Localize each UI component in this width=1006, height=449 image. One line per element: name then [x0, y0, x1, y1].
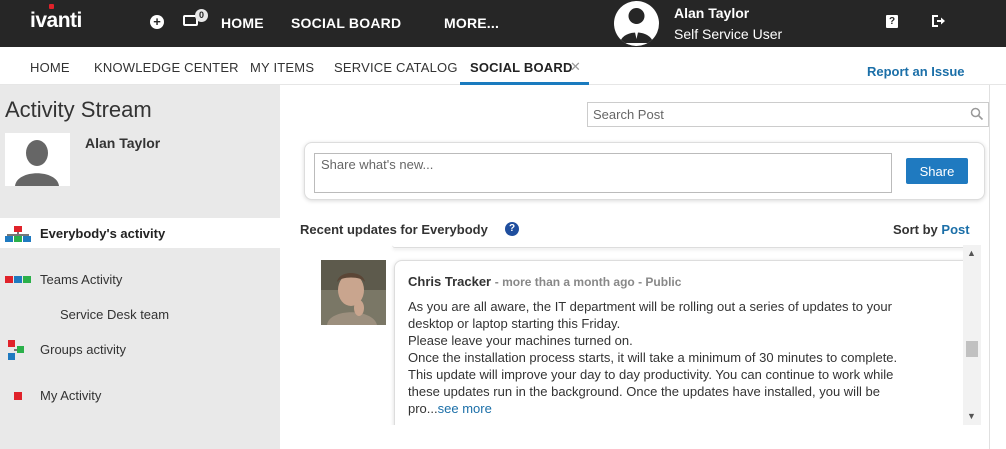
help-circle-icon[interactable]: ?: [505, 222, 519, 236]
post-line: these updates run in the background. Onc…: [408, 384, 880, 399]
sidebar-item-label: Groups activity: [40, 342, 126, 357]
scroll-thumb[interactable]: [966, 341, 978, 357]
post-line: As you are all aware, the IT department …: [408, 299, 892, 314]
sidebar-user-name: Alan Taylor: [85, 135, 161, 151]
sidebar-item-label: Everybody's activity: [40, 226, 166, 241]
main-content: Share Recent updates for Everybody ? Sor…: [280, 85, 1006, 449]
sort-value-link[interactable]: Post: [941, 222, 969, 237]
tab-bar: HOME KNOWLEDGE CENTER MY ITEMS SERVICE C…: [0, 47, 1006, 85]
sidebar-item-label: Teams Activity: [40, 272, 123, 287]
scroll-up-arrow[interactable]: ▲: [967, 248, 976, 258]
share-button[interactable]: Share: [906, 158, 968, 184]
groups-activity-icon: [8, 340, 24, 360]
teams-activity-icon: [5, 276, 31, 283]
sort-label: Sort by: [893, 222, 938, 237]
post-line: pro...: [408, 401, 438, 416]
help-icon[interactable]: ?: [886, 15, 898, 28]
user-name[interactable]: Alan Taylor: [674, 5, 749, 21]
topnav-social-board[interactable]: SOCIAL BOARD: [291, 15, 401, 31]
post-card: Chris Tracker - more than a month ago - …: [394, 260, 975, 425]
see-more-link[interactable]: see more: [438, 401, 492, 416]
tab-service-catalog[interactable]: SERVICE CATALOG: [334, 60, 458, 75]
logo-accent-dot: [49, 4, 54, 9]
plus-icon[interactable]: +: [150, 15, 164, 29]
post-author-avatar[interactable]: [321, 260, 386, 325]
post-line-last: pro...see more: [408, 400, 963, 417]
scroll-down-arrow[interactable]: ▼: [967, 411, 976, 421]
tab-close-icon[interactable]: ✕: [570, 59, 581, 75]
top-bar: ivanti + 0 HOME SOCIAL BOARD MORE... Ala…: [0, 0, 1006, 47]
post-line: This update will improve your day to day…: [408, 367, 894, 382]
sidebar-item-label: My Activity: [40, 388, 102, 403]
sidebar-item-everybody[interactable]: Everybody's activity: [0, 218, 280, 248]
post-header: Chris Tracker - more than a month ago - …: [408, 274, 681, 289]
sidebar-item-teams[interactable]: Teams Activity: [0, 264, 280, 294]
search-post-box[interactable]: [587, 102, 989, 127]
page-scrollbar-track[interactable]: [989, 85, 1006, 449]
activity-sidebar: Activity Stream Alan Taylor Everybody's …: [0, 85, 280, 449]
tab-home[interactable]: HOME: [30, 60, 70, 75]
report-issue-link[interactable]: Report an Issue: [867, 64, 965, 79]
post-author[interactable]: Chris Tracker: [408, 274, 491, 289]
tab-knowledge-center[interactable]: KNOWLEDGE CENTER: [94, 60, 239, 75]
post-line: Once the installation process starts, it…: [408, 350, 898, 365]
sidebar-item-my-activity[interactable]: My Activity: [0, 380, 280, 410]
tab-social-board[interactable]: SOCIAL BOARD: [470, 60, 573, 75]
my-activity-icon: [14, 392, 22, 400]
recent-updates-label: Recent updates for Everybody: [300, 222, 488, 237]
sidebar-title: Activity Stream: [5, 97, 152, 122]
topnav-more[interactable]: MORE...: [444, 15, 499, 31]
post-line: Please leave your machines turned on.: [408, 333, 633, 348]
post-meta: - more than a month ago - Public: [494, 275, 682, 289]
sidebar-avatar: [5, 133, 70, 186]
user-avatar[interactable]: [614, 1, 659, 46]
search-icon[interactable]: [970, 107, 984, 124]
tab-my-items[interactable]: MY ITEMS: [250, 60, 314, 75]
search-input[interactable]: [588, 103, 958, 126]
activity-feed: Chris Tracker - more than a month ago - …: [300, 245, 981, 425]
sidebar-item-groups[interactable]: Groups activity: [0, 334, 280, 364]
previous-post-edge: [392, 245, 975, 248]
everybody-activity-icon: [5, 226, 31, 242]
notification-badge: 0: [195, 9, 208, 22]
user-role: Self Service User: [674, 26, 783, 42]
topnav-home[interactable]: HOME: [221, 15, 264, 31]
sidebar-subitem-service-desk[interactable]: Service Desk team: [60, 307, 169, 322]
feed-scrollbar[interactable]: ▲ ▼: [963, 245, 981, 425]
share-input[interactable]: [314, 153, 892, 193]
share-panel: Share: [304, 142, 985, 200]
ivanti-logo[interactable]: ivanti: [30, 9, 82, 33]
post-line: desktop or laptop starting this Friday.: [408, 316, 621, 331]
sort-control: Sort by Post: [893, 222, 970, 237]
logout-icon[interactable]: [930, 13, 946, 32]
post-body: As you are all aware, the IT department …: [408, 298, 963, 417]
